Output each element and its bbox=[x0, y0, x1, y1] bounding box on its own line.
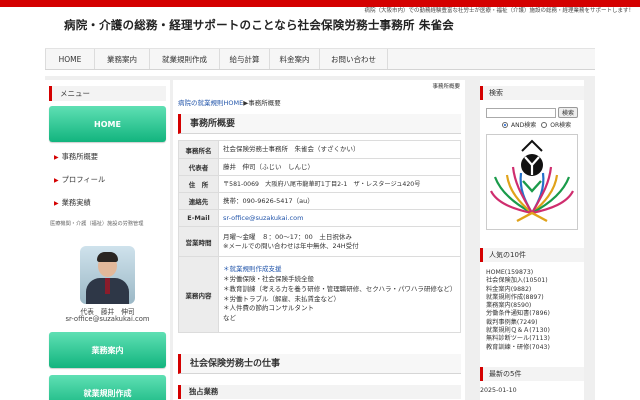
office-logo bbox=[486, 134, 578, 230]
left-sidebar: メニュー HOME ▶ 事務所概要 ▶ プロフィール ▶ 業務実績 医療機関・介護（福… bbox=[45, 80, 170, 400]
popular-item[interactable]: 無料診断ツール(7113) bbox=[486, 335, 550, 343]
row-value: 藤井 伸司（ふじい しんじ） bbox=[218, 158, 461, 176]
right-sidebar: 検索 検索 AND検索 OR検索 人気の10件 HOME(159873) 社会保… bbox=[480, 80, 584, 400]
table-row: E-Mail sr-office@suzakukai.com bbox=[178, 209, 461, 227]
office-info-table: 事務所名 社会保険労務士事務所 朱雀会（すざくかい） 代表者 藤井 伸司（ふじい… bbox=[178, 140, 461, 333]
email-link[interactable]: sr-office@suzakukai.com bbox=[218, 209, 461, 227]
work-rules-button[interactable]: 就業規則作成 bbox=[49, 375, 166, 400]
and-radio[interactable] bbox=[502, 121, 508, 128]
sub-heading: 独占業務 bbox=[178, 385, 461, 399]
row-label: 代表者 bbox=[178, 158, 219, 176]
arrow-icon: ▶ bbox=[54, 177, 59, 184]
popular-list: HOME(159873) 社会保険加入(10501) 料金案内(9882) 就業… bbox=[486, 269, 550, 352]
menu-heading: メニュー bbox=[49, 86, 166, 101]
search-heading: 検索 bbox=[480, 86, 584, 100]
nav-payroll[interactable]: 給与計算 bbox=[220, 49, 270, 69]
row-value: ＊就業規則作成支援 ＊労働保険・社会保険手続全般 ＊教育訓練（考える力を養う研修… bbox=[218, 256, 461, 333]
row-value: 携帯：090-9626-5417（au） bbox=[218, 192, 461, 210]
representative-photo bbox=[80, 246, 135, 304]
breadcrumb-home[interactable]: 病院の就業規則HOME bbox=[178, 99, 243, 107]
service-item: ＊人件費の節約コンサルタント bbox=[223, 304, 314, 313]
site-title[interactable]: 病院・介護の総務・経理サポートのことなら社会保険労務士事務所 朱雀会 bbox=[64, 17, 454, 33]
sidebar-item-office[interactable]: ▶ 事務所概要 bbox=[54, 152, 98, 162]
nav-services[interactable]: 業務案内 bbox=[95, 49, 150, 69]
row-label: E-Mail bbox=[178, 209, 219, 227]
breadcrumb: 病院の就業規則HOME▶事務所概要 bbox=[178, 97, 281, 107]
row-label: 営業時間 bbox=[178, 226, 219, 257]
arrow-icon: ▶ bbox=[54, 154, 59, 161]
popular-heading: 人気の10件 bbox=[480, 248, 584, 262]
arrow-icon: ▶ bbox=[54, 200, 59, 207]
popular-item[interactable]: 料金案内(9882) bbox=[486, 286, 550, 294]
row-label: 業務内容 bbox=[178, 256, 219, 333]
popular-item[interactable]: 就業規則作成(8897) bbox=[486, 294, 550, 302]
service-item: ＊労働保険・社会保険手続全般 bbox=[223, 274, 314, 283]
main-content: 事務所概要 病院の就業規則HOME▶事務所概要 事務所概要 事務所名 社会保険労… bbox=[173, 80, 465, 400]
photo-tie bbox=[105, 278, 110, 294]
sidebar-item-label: プロフィール bbox=[61, 175, 106, 184]
row-label: 連絡先 bbox=[178, 192, 219, 210]
recent-date: 2025-01-10 bbox=[480, 387, 517, 394]
breadcrumb-current: 事務所概要 bbox=[248, 99, 281, 107]
and-label: AND検索 bbox=[511, 122, 537, 129]
row-value: 月曜〜金曜 ８：00〜17：00 土日祝休み ※メールでの問い合わせは年中無休、… bbox=[218, 226, 461, 257]
sidebar-note: 医療機関・介護（福祉）施設の労務管理 bbox=[50, 221, 144, 227]
search-mode-options: AND検索 OR検索 bbox=[502, 120, 571, 129]
popular-item[interactable]: 社会保険加入(10501) bbox=[486, 277, 550, 285]
sidebar-item-achievements[interactable]: ▶ 業務実績 bbox=[54, 198, 91, 208]
nav-pricing[interactable]: 料金案内 bbox=[270, 49, 320, 69]
home-button[interactable]: HOME bbox=[49, 106, 166, 142]
row-label: 住 所 bbox=[178, 175, 219, 193]
sidebar-item-label: 業務実績 bbox=[61, 198, 91, 207]
search-input[interactable] bbox=[486, 108, 556, 118]
hours-line: 月曜〜金曜 ８：00〜17：00 土日祝休み bbox=[223, 232, 352, 241]
row-label: 事務所名 bbox=[178, 140, 219, 159]
or-radio[interactable] bbox=[541, 121, 548, 128]
nav-work-rules[interactable]: 就業規則作成 bbox=[150, 49, 220, 69]
table-row: 事務所名 社会保険労務士事務所 朱雀会（すざくかい） bbox=[178, 140, 461, 159]
page-title: 事務所概要 bbox=[178, 114, 461, 134]
row-value: 〒581-0069 大阪府八尾市龍華町1丁目2-1 ザ・レスタージュ420号 bbox=[218, 175, 461, 193]
hours-note: ※メールでの問い合わせは年中無休、24H受付 bbox=[223, 241, 359, 250]
services-button[interactable]: 業務案内 bbox=[49, 332, 166, 368]
photo-caption-email[interactable]: sr-office@suzakukai.com bbox=[45, 315, 170, 323]
nav-home[interactable]: HOME bbox=[45, 49, 95, 69]
photo-hair bbox=[97, 252, 118, 262]
table-row: 営業時間 月曜〜金曜 ８：00〜17：00 土日祝休み ※メールでの問い合わせは… bbox=[178, 226, 461, 257]
table-row: 業務内容 ＊就業規則作成支援 ＊労働保険・社会保険手続全般 ＊教育訓練（考える力… bbox=[178, 256, 461, 333]
or-label: OR検索 bbox=[550, 122, 572, 129]
service-item: ＊教育訓練（考える力を養う研修・管理職研修、セクハラ・パワハラ研修など） bbox=[223, 284, 457, 293]
global-nav: HOME 業務案内 就業規則作成 給与計算 料金案内 お問い合わせ bbox=[45, 48, 595, 70]
table-row: 代表者 藤井 伸司（ふじい しんじ） bbox=[178, 158, 461, 176]
service-item: ＊労働トラブル（解雇、未払賃金など） bbox=[223, 294, 340, 303]
nav-contact[interactable]: お問い合わせ bbox=[320, 49, 388, 69]
popular-item[interactable]: 労働条件通知書(7896) bbox=[486, 310, 550, 318]
site-tagline: 病院（大阪市内）での勤務経験豊富な社労士が医療・福祉（介護）施設の総務・経理業務… bbox=[364, 8, 634, 14]
sidebar-item-profile[interactable]: ▶ プロフィール bbox=[54, 175, 105, 185]
section-heading: 社会保険労務士の仕事 bbox=[178, 354, 461, 374]
table-row: 連絡先 携帯：090-9626-5417（au） bbox=[178, 192, 461, 210]
recent-heading: 最新の5件 bbox=[480, 367, 584, 381]
row-value: 社会保険労務士事務所 朱雀会（すざくかい） bbox=[218, 140, 461, 159]
sidebar-item-label: 事務所概要 bbox=[61, 152, 99, 161]
service-item: など bbox=[223, 314, 236, 323]
service-item-link[interactable]: ＊就業規則作成支援 bbox=[223, 265, 456, 275]
suzakukai-logo-icon bbox=[490, 139, 574, 223]
popular-item[interactable]: 教育訓練・研修(7043) bbox=[486, 344, 550, 352]
table-row: 住 所 〒581-0069 大阪府八尾市龍華町1丁目2-1 ザ・レスタージュ42… bbox=[178, 175, 461, 193]
search-button[interactable]: 検索 bbox=[558, 107, 578, 118]
popular-item[interactable]: 裁判事例集(7249) bbox=[486, 319, 550, 327]
page-corner-label: 事務所概要 bbox=[432, 84, 460, 90]
